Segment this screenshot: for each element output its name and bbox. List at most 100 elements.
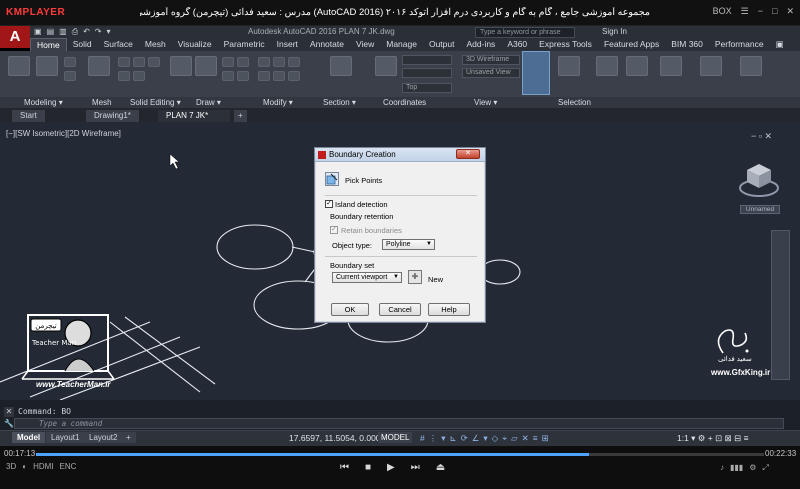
trim-icon[interactable] — [288, 57, 300, 67]
fillet-icon[interactable] — [288, 71, 300, 81]
isodraft-dropdown-icon[interactable]: ▾ — [483, 433, 487, 444]
panel-section[interactable]: Section ▾ — [323, 97, 356, 108]
command-input[interactable]: Type a command — [14, 418, 784, 429]
panel-coordinates[interactable]: Coordinates — [383, 97, 426, 108]
object-snap-tracking-icon[interactable]: ◇ — [492, 433, 499, 444]
volume-icon[interactable]: ♪ — [720, 463, 724, 473]
properties-icon[interactable] — [700, 56, 722, 76]
customize-wrench-icon[interactable]: 🔧 — [4, 419, 14, 429]
help-button[interactable]: Help — [428, 303, 470, 316]
island-detection-label[interactable]: Island detection — [335, 200, 388, 209]
close-button[interactable]: ✕ — [786, 6, 794, 17]
selection-cycling-icon[interactable]: ≡ — [533, 433, 538, 444]
annotation-scale[interactable]: 1:1 ▾ ⚙ + ⊡ ⊠ ⊟ ≡ — [677, 433, 749, 444]
model-space-toggle[interactable]: MODEL — [378, 432, 413, 443]
new-layout-button[interactable]: + — [121, 432, 136, 443]
mesh-smooth-icon[interactable] — [88, 56, 110, 76]
thicken-icon[interactable] — [133, 71, 145, 81]
tab-a360[interactable]: A360 — [501, 38, 533, 51]
section-plane-icon[interactable] — [330, 56, 352, 76]
panel-solid-editing[interactable]: Solid Editing ▾ — [130, 97, 181, 108]
menu-icon[interactable]: ☰ — [741, 6, 749, 17]
polar-icon[interactable]: ⟳ — [461, 433, 468, 444]
isodraft-icon[interactable]: ∠ — [472, 433, 480, 444]
box-menu-button[interactable]: BOX — [713, 6, 732, 17]
island-detection-checkbox[interactable]: ✓ — [325, 200, 333, 208]
gizmo-icon[interactable] — [558, 56, 580, 76]
autocad-logo[interactable]: A — [0, 26, 30, 48]
viewcube-icon[interactable] — [738, 158, 780, 200]
tab-home[interactable]: Home — [30, 38, 67, 51]
object-type-select[interactable]: Polyline ▼ — [382, 239, 435, 250]
tab-featured-apps[interactable]: Featured Apps — [598, 38, 665, 51]
plot-icon[interactable]: ⎙ — [72, 27, 78, 37]
play-icon[interactable]: ▶ — [387, 462, 395, 473]
layout-tab-layout2[interactable]: Layout2 — [84, 432, 123, 443]
layout-tab-model[interactable]: Model — [12, 432, 46, 443]
ok-button[interactable]: OK — [331, 303, 369, 316]
viewport-window-controls[interactable]: − ▫ ✕ — [751, 131, 772, 142]
view-tool-icon[interactable] — [660, 56, 682, 76]
tab-mesh[interactable]: Mesh — [139, 38, 172, 51]
maximize-button[interactable]: □ — [772, 6, 777, 17]
doc-tab-start[interactable]: Start — [12, 110, 45, 122]
ribbon-toggle-icon[interactable]: ▣ — [770, 38, 790, 51]
tab-add-ins[interactable]: Add-ins — [460, 38, 501, 51]
panel-modeling[interactable]: Modeling ▾ — [24, 97, 63, 108]
tab-parametric[interactable]: Parametric — [218, 38, 271, 51]
dialog-close-button[interactable]: ✕ — [456, 149, 480, 159]
named-view-dropdown[interactable]: Unsaved View — [462, 68, 520, 78]
tab-surface[interactable]: Surface — [98, 38, 139, 51]
tab-manage[interactable]: Manage — [380, 38, 423, 51]
tab-express-tools[interactable]: Express Tools — [533, 38, 598, 51]
open-icon[interactable]: ▤ — [47, 27, 55, 37]
pick-points-label[interactable]: Pick Points — [345, 176, 382, 185]
3d-mode-button[interactable]: 3D — [6, 462, 16, 471]
circle-icon[interactable] — [222, 57, 234, 67]
move-icon[interactable] — [258, 57, 270, 67]
viewport-controls-label[interactable]: [−][SW Isometric][2D Wireframe] — [6, 129, 121, 138]
save-icon[interactable]: ▥ — [59, 27, 67, 37]
panel-selection[interactable]: Selection — [558, 97, 591, 108]
volume-level-icon[interactable]: ▮▮▮ — [730, 463, 743, 473]
tab-view[interactable]: View — [350, 38, 380, 51]
stop-icon[interactable]: ■ — [365, 462, 371, 473]
subtract-icon[interactable] — [133, 57, 145, 67]
new-tab-button[interactable]: + — [234, 110, 247, 122]
command-close-icon[interactable]: ✕ — [4, 407, 14, 417]
ucs-dropdown[interactable] — [402, 55, 452, 65]
ortho-icon[interactable]: ⊾ — [450, 433, 457, 444]
copy-icon[interactable] — [258, 71, 270, 81]
polyline-icon[interactable] — [237, 71, 249, 81]
pick-points-button[interactable] — [325, 172, 339, 186]
tab-performance[interactable]: Performance — [709, 38, 770, 51]
union-icon[interactable] — [118, 57, 130, 67]
visual-style-dropdown[interactable]: 3D Wireframe — [462, 55, 520, 65]
arc-icon[interactable] — [237, 57, 249, 67]
tab-annotate[interactable]: Annotate — [304, 38, 350, 51]
new-icon[interactable]: ▣ — [34, 27, 42, 37]
settings-icon[interactable]: ⚙ — [749, 463, 756, 473]
next-icon[interactable]: ⏭ — [411, 462, 420, 473]
snap-mode-dropdown-icon[interactable]: ▾ — [441, 433, 445, 444]
groups-icon[interactable] — [626, 56, 648, 76]
intersect-icon[interactable] — [148, 57, 160, 67]
rotate-icon[interactable] — [273, 57, 285, 67]
layout-tab-layout1[interactable]: Layout1 — [46, 432, 85, 443]
tab-insert[interactable]: Insert — [271, 38, 304, 51]
line-tool-icon[interactable] — [195, 56, 217, 76]
search-input[interactable]: Type a keyword or phrase — [475, 27, 575, 38]
eject-icon[interactable]: ⏏ — [436, 462, 445, 473]
ucs-unnamed-label[interactable]: Unnamed — [740, 205, 780, 214]
hdmi-button[interactable]: HDMI — [33, 462, 53, 471]
panel-mesh[interactable]: Mesh — [92, 97, 112, 108]
selection-culling-button[interactable] — [522, 51, 550, 95]
undo-icon[interactable]: ↶ — [83, 27, 90, 37]
utilities-icon[interactable] — [740, 56, 762, 76]
new-boundary-set-button[interactable]: ✛ — [408, 270, 422, 284]
grid-icon[interactable]: # — [420, 433, 425, 444]
mirror-icon[interactable] — [273, 71, 285, 81]
slice-icon[interactable] — [118, 71, 130, 81]
solid-edit-icon[interactable] — [170, 56, 192, 76]
retain-boundaries-checkbox[interactable]: ✓ — [330, 226, 338, 234]
